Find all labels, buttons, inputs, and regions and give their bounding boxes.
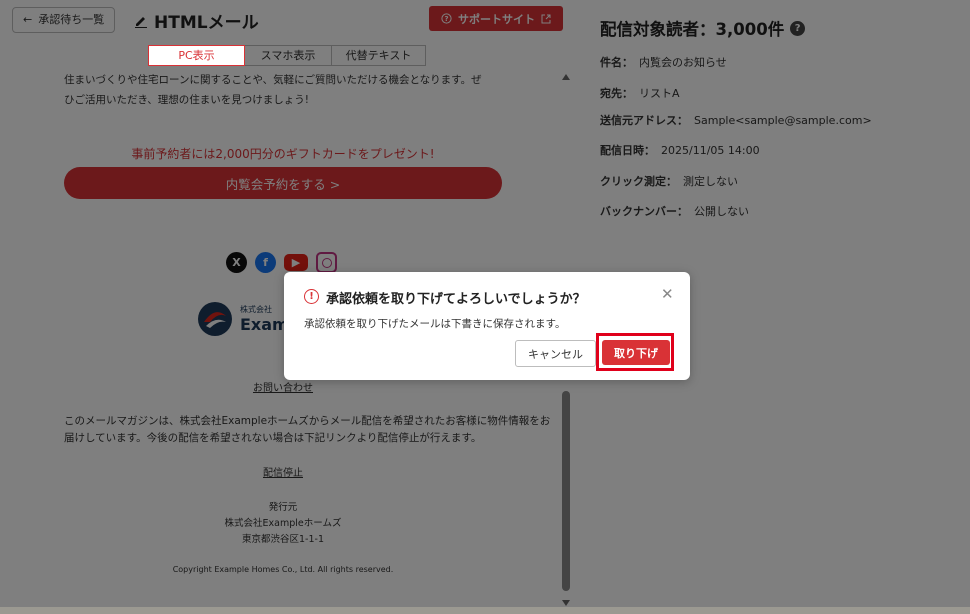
highlight-box xyxy=(596,333,674,371)
warning-icon: ! xyxy=(304,289,319,304)
bottom-strip xyxy=(0,607,970,614)
cancel-button[interactable]: キャンセル xyxy=(515,340,596,367)
app: ← 承認待ち一覧 HTMLメール ? サポートサイト PC表示 スマホ表示 代替 xyxy=(0,0,970,614)
dialog-title: 承認依頼を取り下げてよろしいでしょうか？ xyxy=(326,292,586,307)
confirm-dialog: ! 承認依頼を取り下げてよろしいでしょうか？ ✕ 承認依頼を取り下げたメールは下… xyxy=(284,272,690,380)
close-icon[interactable]: ✕ xyxy=(661,285,674,303)
dialog-message: 承認依頼を取り下げたメールは下書きに保存されます。 xyxy=(304,318,566,330)
tab-pc[interactable]: PC表示 xyxy=(148,45,245,66)
